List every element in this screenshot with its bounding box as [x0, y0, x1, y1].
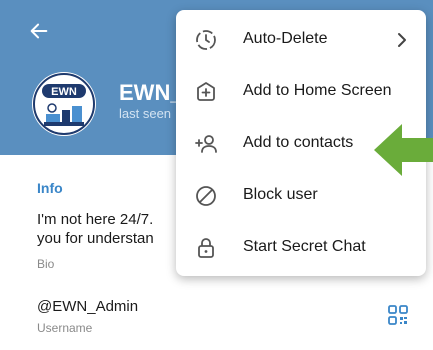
username-value[interactable]: @EWN_Admin	[37, 298, 138, 315]
timer-icon	[196, 30, 216, 50]
qr-code-icon[interactable]	[388, 305, 408, 325]
bio-label: Bio	[37, 257, 55, 271]
menu-item-label: Add to contacts	[243, 134, 354, 151]
avatar[interactable]: EWN	[32, 72, 96, 136]
bio-text[interactable]: I'm not here 24/7. you for understan	[37, 210, 177, 248]
add-square-icon	[197, 82, 215, 101]
bio-line: you for understan	[37, 230, 154, 247]
back-arrow-icon[interactable]	[28, 20, 50, 42]
add-contact-icon	[195, 135, 217, 153]
menu-item-label: Add to Home Screen	[243, 82, 392, 99]
profile-name: EWN_	[119, 80, 183, 105]
menu-item-label: Auto-Delete	[243, 30, 328, 47]
block-icon	[196, 186, 216, 206]
profile-status: last seen	[119, 106, 172, 121]
chevron-right-icon	[398, 33, 406, 47]
bio-line: I'm not here 24/7.	[37, 211, 154, 228]
menu-item-start-secret-chat[interactable]: Start Secret Chat	[176, 222, 426, 274]
menu-item-add-to-home-screen[interactable]: Add to Home Screen	[176, 66, 426, 118]
menu-item-label: Start Secret Chat	[243, 238, 366, 255]
menu-item-auto-delete[interactable]: Auto-Delete	[176, 14, 426, 66]
menu-item-label: Block user	[243, 186, 318, 203]
avatar-logo-icon: EWN	[33, 73, 95, 135]
lock-icon	[198, 238, 214, 258]
info-title: Info	[37, 180, 63, 196]
annotation-arrow-icon	[374, 124, 433, 176]
avatar-logo-text: EWN	[51, 86, 77, 98]
username-label: Username	[37, 321, 93, 335]
